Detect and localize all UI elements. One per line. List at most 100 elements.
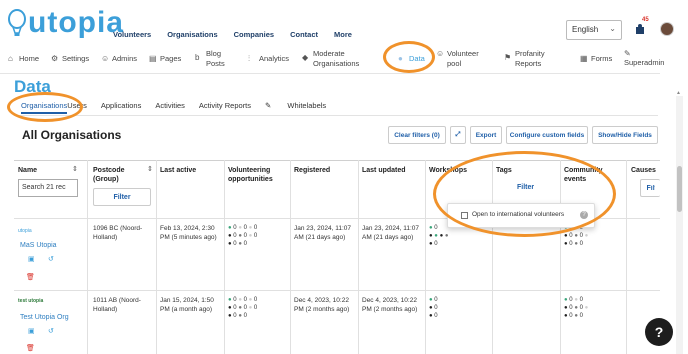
history-icon[interactable]: ↺ [48,256,55,263]
view-icon[interactable]: ▣ [28,256,35,263]
expand-icon: ⤢ [455,131,461,138]
org-logo: utopia [18,228,32,234]
nav-organisations[interactable]: Organisations [167,30,217,39]
clear-filters-button[interactable]: Clear filters (0) [388,126,446,144]
tab-activities[interactable]: Activities [155,101,185,114]
name-search-input[interactable]: Search 21 rec [18,179,78,197]
header-volunteering[interactable]: Volunteering opportunities [228,166,273,184]
menu-admins-label: Admins [112,54,138,63]
configure-custom-fields-button[interactable]: Configure custom fields [506,126,588,144]
sort-icon[interactable]: ⇕ [72,165,78,173]
view-icon[interactable]: ▣ [28,328,35,335]
menu-profanity-reports[interactable]: ⚑ Profanity Reports [504,49,545,69]
notification-count: 45 [642,17,649,23]
tabs-divider [14,115,658,116]
menu-pages[interactable]: ▤ Pages [149,54,181,64]
tab-activity-reports[interactable]: Activity Reports [199,101,251,114]
menu-superadmin[interactable]: ✎ Superadmin [624,49,664,68]
registered-cell: Jan 23, 2024, 11:07 AM (21 days ago) [294,224,351,242]
notifications-button[interactable]: 45 [635,17,649,36]
registered-line2: PM (2 months ago) [294,306,350,313]
menu-volunteer-pool[interactable]: ☺ Volunteer pool [436,49,479,69]
org-logo: test utopia [18,298,44,304]
header-name[interactable]: Name [18,166,37,175]
menu-settings-label: Settings [62,54,90,63]
workshops-status-grid: ● 0 ● 0 ● 0 [429,297,438,319]
sort-icon[interactable]: ⇕ [147,165,153,173]
top-nav: Volunteers Organisations Companies Conta… [113,30,368,39]
chart-icon: ⫶ [248,54,250,63]
trash-icon[interactable]: 🗑 [26,345,35,352]
menu-blog-posts[interactable]: b Blog Posts [195,49,225,69]
logo[interactable]: utopia [8,6,124,40]
last-active-line2: PM (5 minutes ago) [160,234,217,241]
last-active-line1: Jan 15, 2024, 1:50 [160,297,214,304]
menu-home[interactable]: ⌂ Home [8,54,39,64]
pencil-icon: ✎ [624,49,631,58]
menu-moderate-label-1: Moderate [313,49,345,58]
tab-whitelabels[interactable]: ✎ Whitelabels [265,101,340,114]
language-select[interactable]: English ⌄ [566,20,622,40]
help-button[interactable]: ? [645,318,673,346]
menu-blog-label-2: Posts [206,59,225,68]
header-last-active[interactable]: Last active [160,166,196,175]
header-registered[interactable]: Registered [294,166,330,175]
row-divider [14,290,660,291]
community-status-grid: ● 0 ● 0 ● 0 ● 0 ● ● 0 ● 0 [564,297,589,319]
nav-contact[interactable]: Contact [290,30,318,39]
expand-button[interactable]: ⤢ [450,126,466,144]
logo-text: utopia [28,6,124,39]
scrollbar[interactable] [676,96,683,354]
menu-admins[interactable]: ☺ Admins [101,54,137,64]
org-name-link[interactable]: Test Utopia Org [20,314,69,321]
menu-moderate-organisations[interactable]: ◆ Moderate Organisations [302,49,359,69]
form-icon: ▦ [580,54,588,63]
menu-pages-label: Pages [160,54,182,63]
registered-line1: Dec 4, 2023, 10:22 [294,297,349,304]
balloon-icon [8,9,26,36]
section-title: All Organisations [22,128,122,142]
page: utopia Volunteers Organisations Companie… [0,0,688,354]
nav-volunteers[interactable]: Volunteers [113,30,151,39]
nav-more[interactable]: More [334,30,352,39]
show-hide-fields-button[interactable]: Show/Hide Fields [592,126,658,144]
postcode-line1: 1011 AB (Noord- [93,297,141,304]
registered-cell: Dec 4, 2023, 10:22 PM (2 months ago) [294,296,349,314]
tab-applications[interactable]: Applications [101,101,141,114]
trash-icon[interactable]: 🗑 [26,274,35,281]
postcode-filter-button[interactable]: Filter [93,188,151,206]
bell-icon [636,24,644,34]
header-postcode[interactable]: Postcode (Group) [93,166,125,184]
avatar[interactable] [660,22,674,36]
header-volunteering-line1: Volunteering [228,167,271,174]
menu-forms[interactable]: ▦ Forms [580,54,612,64]
history-icon[interactable]: ↺ [48,328,55,335]
menu-profanity-label-1: Profanity [515,49,545,58]
highlight-tags-filter [433,151,616,237]
last-active-cell: Feb 13, 2024, 2:30 PM (5 minutes ago) [160,224,217,242]
last-active-line2: PM (a month ago) [160,306,213,313]
col-divider [425,160,426,354]
users-icon: ☺ [436,49,445,58]
pencil-icon: ✎ [265,101,274,110]
updated-line1: Dec 4, 2023, 10:22 [362,297,417,304]
causes-filter-button[interactable]: Filter [640,179,660,197]
menu-analytics[interactable]: ⫶ Analytics [248,54,289,64]
postcode-line2: Holland) [93,234,118,241]
header-causes[interactable]: Causes [631,166,656,175]
col-divider [156,160,157,354]
header-volunteering-line2: opportunities [228,176,273,183]
menu-superadmin-label: Superadmin [624,58,665,67]
header-last-updated[interactable]: Last updated [362,166,406,175]
nav-companies[interactable]: Companies [234,30,274,39]
menu-settings[interactable]: ⚙ Settings [51,54,89,64]
export-button[interactable]: Export [470,126,502,144]
org-name-link[interactable]: MaS Utopia [20,242,57,249]
volunteering-status-grid: ● 0 ● 0 ● 0 ● 0 ● 0 ● 0 ● 0 ● 0 [228,297,258,319]
header-postcode-line2: (Group) [93,176,119,183]
postcode-cell: 1096 BC (Noord- Holland) [93,224,142,242]
workshops-status-grid: ● 0 ● ● ● ● ● 0 [429,225,449,247]
chevron-down-icon: ⌄ [609,24,616,33]
menu-profanity-label-2: Reports [515,59,542,68]
scrollbar-thumb[interactable] [677,166,682,212]
